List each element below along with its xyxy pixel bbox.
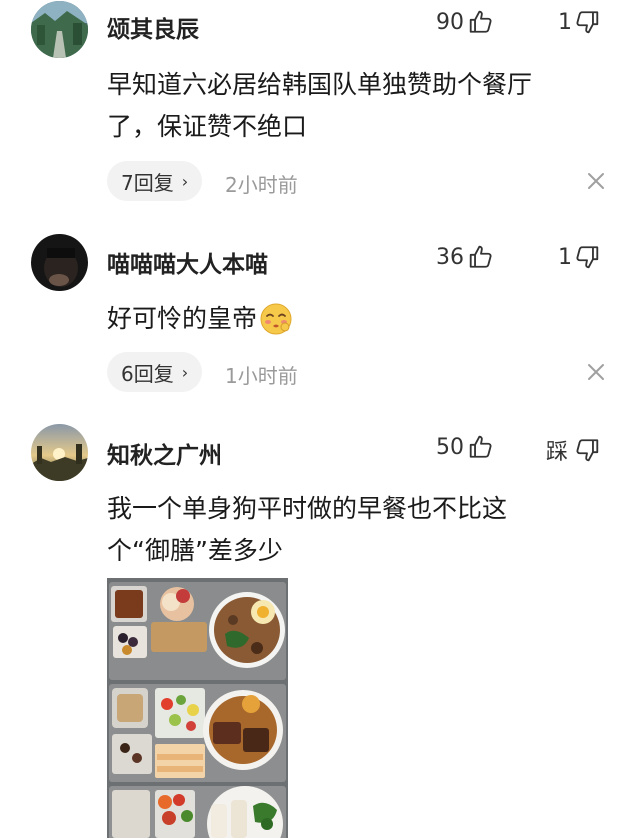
- username[interactable]: 喵喵喵大人本喵: [107, 245, 268, 279]
- dislike-button[interactable]: 1: [558, 9, 600, 35]
- thumbs-down-icon: [576, 11, 599, 34]
- timestamp: 2小时前: [225, 173, 298, 197]
- like-count: 90: [436, 9, 464, 35]
- like-button[interactable]: 36: [436, 244, 494, 270]
- dislike-count: 1: [558, 244, 572, 270]
- thumbs-up-icon: [469, 435, 492, 458]
- comment-line: 个“御膳”差多少: [107, 536, 283, 565]
- chevron-right-icon: ›: [181, 171, 189, 191]
- dislike-count: 1: [558, 9, 572, 35]
- dislike-label: 踩: [546, 440, 569, 465]
- thumbs-down-icon: [576, 439, 599, 462]
- avatar[interactable]: [31, 234, 88, 291]
- comment-text: 好可怜的皇帝: [107, 298, 607, 340]
- comment-line: 我一个单身狗平时做的早餐也不比这: [107, 494, 508, 523]
- close-icon[interactable]: [585, 361, 607, 383]
- chevron-right-icon: ›: [181, 362, 189, 382]
- reply-count: 6回复: [121, 361, 174, 386]
- replies-button[interactable]: 7回复 ›: [107, 161, 203, 201]
- comment-line: 早知道六必居给韩国队单独赞助个餐厅: [107, 70, 533, 99]
- avatar[interactable]: [31, 424, 88, 481]
- replies-button[interactable]: 6回复 ›: [107, 352, 203, 392]
- avatar[interactable]: [31, 1, 88, 58]
- like-count: 50: [436, 434, 464, 460]
- comment-image[interactable]: [107, 578, 288, 838]
- comment-line: 好可怜的皇帝: [107, 304, 258, 333]
- comment-line: 了，保证赞不绝口: [107, 112, 308, 141]
- like-button[interactable]: 90: [436, 9, 494, 35]
- reply-count: 7回复: [121, 170, 174, 195]
- comment-text: 我一个单身狗平时做的早餐也不比这 个“御膳”差多少: [107, 488, 607, 572]
- username[interactable]: 颂其良辰: [107, 10, 199, 44]
- close-icon[interactable]: [585, 170, 607, 192]
- thumbs-down-icon: [576, 246, 599, 269]
- dislike-button[interactable]: 踩: [546, 434, 600, 466]
- blushing-face-emoji: [260, 303, 292, 335]
- like-count: 36: [436, 244, 464, 270]
- username[interactable]: 知秋之广州: [107, 436, 222, 470]
- thumbs-up-icon: [469, 245, 492, 268]
- comment-text: 早知道六必居给韩国队单独赞助个餐厅 了，保证赞不绝口: [107, 64, 607, 148]
- thumbs-up-icon: [469, 10, 492, 33]
- dislike-button[interactable]: 1: [558, 244, 600, 270]
- like-button[interactable]: 50: [436, 434, 494, 460]
- timestamp: 1小时前: [225, 364, 298, 388]
